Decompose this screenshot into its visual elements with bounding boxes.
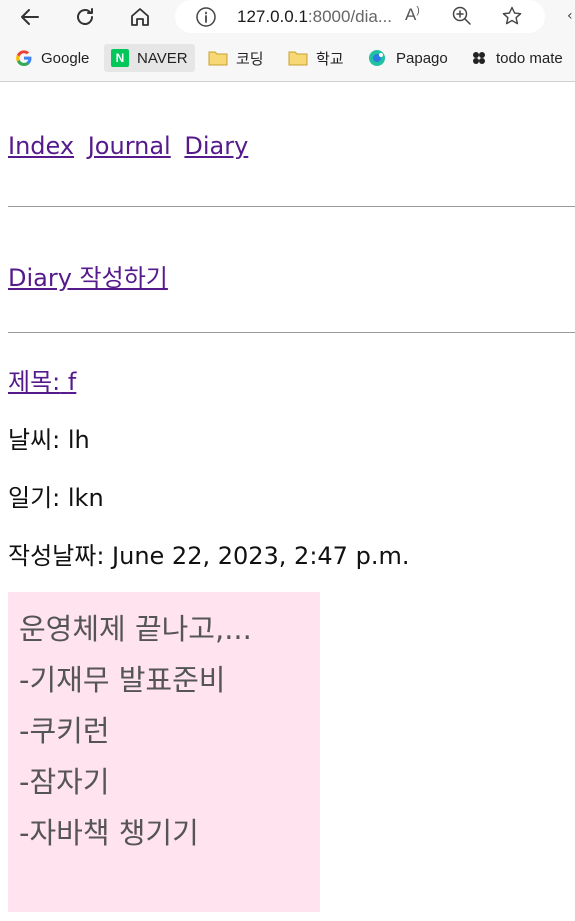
back-button[interactable] xyxy=(14,2,46,32)
bookmark-todo-mate[interactable]: todo mate xyxy=(470,44,563,72)
favorite-star-icon[interactable] xyxy=(501,5,523,27)
zoom-icon[interactable] xyxy=(451,5,473,27)
back-arrow-icon xyxy=(21,9,39,25)
naver-icon: N xyxy=(111,49,129,67)
memo-image: 운영체제 끝나고,... -기재무 발표준비 -쿠키런 -잠자기 -자바책 챙기… xyxy=(8,592,320,912)
entry-title-label: 제목: xyxy=(8,368,61,396)
bookmark-label: todo mate xyxy=(496,49,563,67)
entry-weather: 날씨: lh xyxy=(8,426,90,454)
papago-icon xyxy=(369,50,385,66)
url-text: 127.0.0.1:8000/dia... xyxy=(237,7,393,26)
refresh-icon xyxy=(77,8,93,25)
entry-title-value: f xyxy=(67,368,77,396)
bookmark-google[interactable]: Google xyxy=(15,44,89,72)
bookmarks-bar: Google N NAVER 코딩 학교 Papago todo mate xyxy=(0,35,575,82)
bookmark-label: 학교 xyxy=(316,50,344,68)
folder-icon xyxy=(208,51,228,66)
site-info-icon[interactable] xyxy=(195,6,217,28)
nav-link-journal[interactable]: Journal xyxy=(88,132,171,160)
folder-icon xyxy=(288,51,308,66)
home-button[interactable] xyxy=(124,2,156,32)
memo-line: -잠자기 xyxy=(19,765,110,799)
memo-line: -자바책 챙기기 xyxy=(19,816,199,850)
memo-line: -기재무 발표준비 xyxy=(19,663,226,697)
bookmark-label: 코딩 xyxy=(236,50,264,68)
bookmark-folder-school[interactable]: 학교 xyxy=(288,44,344,72)
google-icon xyxy=(16,50,32,66)
entry-diary: 일기: lkn xyxy=(8,484,104,512)
browser-toolbar: 127.0.0.1:8000/dia... A) ‹ xyxy=(0,0,575,35)
memo-line: 운영체제 끝나고,... xyxy=(19,612,252,646)
divider xyxy=(8,332,575,333)
top-nav: Index Journal Diary xyxy=(8,132,254,160)
nav-link-index[interactable]: Index xyxy=(8,132,74,160)
bookmark-papago[interactable]: Papago xyxy=(368,44,448,72)
refresh-button[interactable] xyxy=(69,2,101,32)
memo-line: -쿠키런 xyxy=(19,714,110,748)
bookmark-label: Google xyxy=(41,49,90,67)
home-icon xyxy=(131,8,149,26)
divider xyxy=(8,206,575,207)
entry-title-link[interactable]: 제목: f xyxy=(8,362,76,397)
entry-date: 작성날짜: June 22, 2023, 2:47 p.m. xyxy=(8,542,410,570)
bookmark-folder-coding[interactable]: 코딩 xyxy=(208,44,264,72)
bookmark-label: NAVER xyxy=(137,49,188,67)
address-bar[interactable]: 127.0.0.1:8000/dia... A) xyxy=(175,0,545,33)
read-aloud-icon[interactable]: A) xyxy=(405,5,420,25)
create-diary-link[interactable]: Diary 작성하기 xyxy=(8,258,168,293)
bookmark-label: Papago xyxy=(396,49,448,67)
toolbar-overflow-edge: ‹ xyxy=(567,8,573,24)
todo-mate-icon xyxy=(473,52,485,64)
bookmark-naver[interactable]: N NAVER xyxy=(104,44,195,72)
nav-link-diary[interactable]: Diary xyxy=(184,132,248,160)
